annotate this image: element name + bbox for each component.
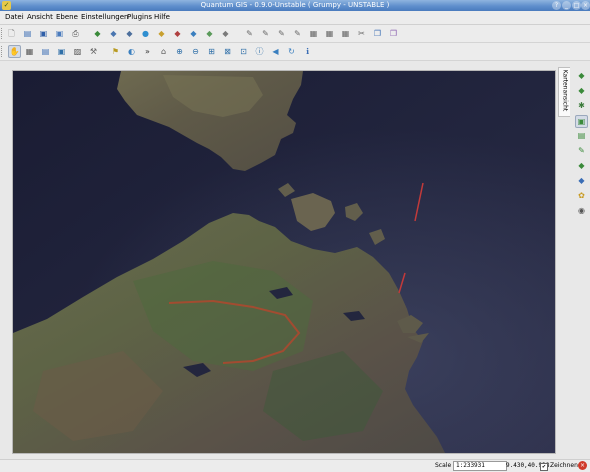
scale-input[interactable]: 1:233931 [453, 461, 507, 471]
capture-line-icon[interactable]: ✎ [260, 28, 271, 39]
zoom-full-icon[interactable]: ⊞ [206, 46, 217, 57]
maximize-window-icon[interactable]: □ [572, 1, 581, 10]
window-title: Quantum GIS - 0.9.0-Unstable ( Grumpy - … [200, 1, 390, 9]
plugin-grid-icon[interactable]: ✱ [576, 100, 587, 111]
plugin-gps-icon[interactable]: ◆ [576, 70, 587, 81]
add-postgis-layer-icon[interactable]: ◆ [124, 28, 135, 39]
qgis-logo-icon: ✓ [2, 1, 11, 10]
file-edit-toolbar: 🗋 ▤ ▣ ▣ ⎙ ◆ ◆ ◆ ● ◆ ◆ ◆ ◆ ◆ ✎ ✎ ✎ ✎ ▦ ▦ ▦ ✂ ❐ ❐ [0, 25, 590, 43]
layer-properties-icon[interactable]: ◆ [188, 28, 199, 39]
pan-map-icon[interactable]: ✋ [8, 45, 21, 58]
refresh-icon[interactable]: ↻ [286, 46, 297, 57]
plugin-north-arrow-icon[interactable]: ◆ [576, 175, 587, 186]
map-canvas[interactable] [12, 70, 556, 454]
plugin-copyright-icon[interactable]: ✎ [576, 145, 587, 156]
grass-tools-icon[interactable]: ◐ [126, 46, 137, 57]
stop-render-icon[interactable]: × [578, 461, 587, 470]
paste-features-icon[interactable]: ❐ [388, 28, 399, 39]
render-check-icon: ✔ [540, 463, 548, 471]
delete-vertex-icon[interactable]: ▦ [324, 28, 335, 39]
plugin-python-icon[interactable]: ✿ [576, 190, 587, 201]
capture-point-icon[interactable]: ✎ [244, 28, 255, 39]
add-vector-layer-icon[interactable]: ◆ [92, 28, 103, 39]
menu-datei[interactable]: Datei [5, 13, 24, 21]
toolbar-grip[interactable] [1, 28, 4, 39]
help-context-icon[interactable]: ℹ [302, 46, 313, 57]
navigation-toolbar: ✋ ▦ ▤ ▣ ▨ ⚒ ⚑ ◐ » ⌂ ⊕ ⊖ ⊞ ⊠ ⊡ ⓘ ◀ ↻ ℹ [0, 43, 590, 61]
move-vertex-icon[interactable]: ✎ [292, 28, 303, 39]
scale-label: Scale [435, 462, 452, 469]
delete-feature-icon[interactable]: ▦ [340, 28, 351, 39]
print-icon[interactable]: ⎙ [70, 28, 81, 39]
menu-plugins[interactable]: Plugins [127, 13, 152, 21]
menu-ebene[interactable]: Ebene [56, 13, 78, 21]
remove-layer-icon[interactable]: ◆ [172, 28, 183, 39]
plugin-scalebar-icon[interactable]: ◆ [576, 160, 587, 171]
plugin-delimited-text-icon[interactable]: ▤ [576, 130, 587, 141]
cut-features-icon[interactable]: ✂ [356, 28, 367, 39]
render-label: Zeichnen [550, 462, 578, 469]
menubar: Datei Ansicht Ebene Einstellungen Plugin… [0, 11, 590, 25]
measure-line-icon[interactable]: ⚒ [88, 46, 99, 57]
zoom-last-icon[interactable]: ◀ [270, 46, 281, 57]
close-window-icon[interactable]: × [581, 1, 590, 10]
plugin-quickprint-icon[interactable]: ◉ [576, 205, 587, 216]
menu-einstellungen[interactable]: Einstellungen [81, 13, 128, 21]
menu-hilfe[interactable]: Hilfe [154, 13, 170, 21]
capture-polygon-icon[interactable]: ✎ [276, 28, 287, 39]
map-composer-icon[interactable]: ▦ [24, 46, 35, 57]
statusbar: Scale 1:233931 9.430,40.938 ✔ Zeichnen × [0, 459, 590, 472]
save-project-icon[interactable]: ▣ [38, 28, 49, 39]
add-vertex-icon[interactable]: ▦ [308, 28, 319, 39]
new-project-icon[interactable]: 🗋 [6, 28, 17, 39]
menu-ansicht[interactable]: Ansicht [27, 13, 53, 21]
tab-overview[interactable]: Kartenansicht [558, 67, 570, 117]
plugin-spit-icon[interactable]: ▣ [575, 115, 588, 128]
identify-icon[interactable]: ⓘ [254, 46, 265, 57]
save-as-icon[interactable]: ▣ [54, 28, 65, 39]
plugin-side-toolbar: ◆ ◆ ✱ ▣ ▤ ✎ ◆ ◆ ✿ ◉ [573, 66, 590, 226]
add-wms-layer-icon[interactable]: ● [140, 28, 151, 39]
help-window-icon[interactable]: ? [552, 1, 561, 10]
map-tips-icon[interactable]: ⚑ [110, 46, 121, 57]
overview-map-icon[interactable]: ▣ [56, 46, 67, 57]
zoom-selection-icon[interactable]: ⊡ [238, 46, 249, 57]
toolbar-grip[interactable] [1, 46, 4, 57]
show-all-layers-icon[interactable]: ◆ [204, 28, 215, 39]
zoom-in-icon[interactable]: ⊕ [174, 46, 185, 57]
new-vector-layer-icon[interactable]: ◆ [156, 28, 167, 39]
add-raster-layer-icon[interactable]: ◆ [108, 28, 119, 39]
zoom-layer-icon[interactable]: ⊠ [222, 46, 233, 57]
copy-features-icon[interactable]: ❐ [372, 28, 383, 39]
measure-area-icon[interactable]: ▨ [72, 46, 83, 57]
layer-overview-icon[interactable]: ▤ [40, 46, 51, 57]
window-titlebar: ✓ Quantum GIS - 0.9.0-Unstable ( Grumpy … [0, 0, 590, 11]
home-icon[interactable]: ⌂ [158, 46, 169, 57]
render-checkbox[interactable]: ✔ Zeichnen [540, 462, 578, 471]
minimize-window-icon[interactable]: _ [562, 1, 571, 10]
hide-all-layers-icon[interactable]: ◆ [220, 28, 231, 39]
open-project-icon[interactable]: ▤ [22, 28, 33, 39]
tab-overview-label: Kartenansicht [561, 69, 569, 112]
plugin-georef-icon[interactable]: ◆ [576, 85, 587, 96]
satellite-raster-layer [13, 71, 555, 453]
zoom-out-icon[interactable]: ⊖ [190, 46, 201, 57]
more-tools-icon[interactable]: » [142, 46, 153, 57]
